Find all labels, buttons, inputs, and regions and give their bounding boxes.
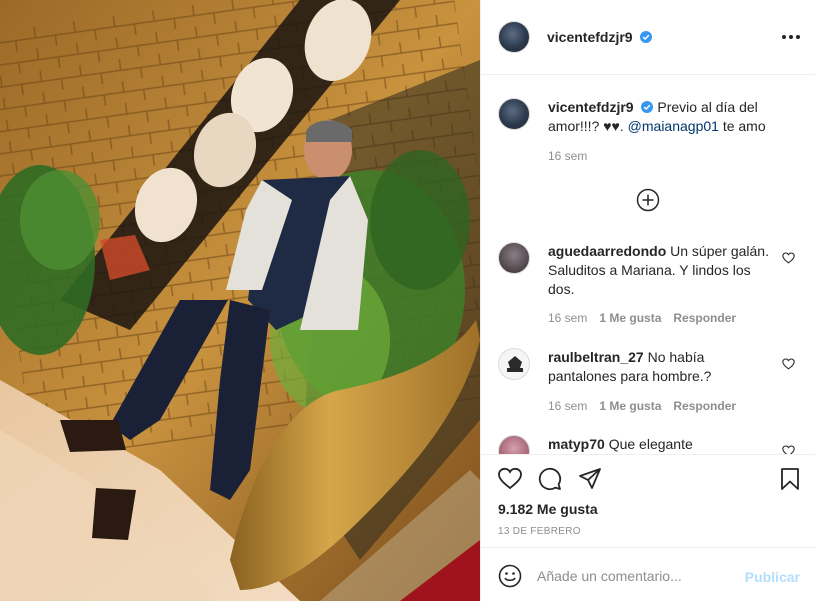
post-photo-image	[0, 0, 480, 601]
caption-body-end: te amo	[722, 118, 766, 134]
comments-list[interactable]: vicentefdzjr9 Previo al día del amor!!!?…	[481, 76, 815, 454]
plus-circle-icon[interactable]	[636, 188, 660, 212]
heart-icon[interactable]	[782, 445, 795, 454]
post-actions: 9.182 Me gusta 13 DE FEBRERO	[481, 454, 815, 547]
post-photo	[0, 0, 480, 601]
heart-icon[interactable]	[782, 252, 795, 264]
comment-body: Que elegante	[608, 436, 693, 452]
publish-button[interactable]: Publicar	[745, 569, 800, 585]
caption-time[interactable]: 16 sem	[548, 149, 587, 163]
comment-likes[interactable]: 1 Me gusta	[599, 311, 661, 325]
reply-button[interactable]: Responder	[673, 311, 736, 325]
share-icon[interactable]	[578, 467, 602, 491]
post-author-username[interactable]: vicentefdzjr9	[547, 29, 653, 45]
more-options-icon[interactable]	[782, 30, 800, 44]
comment-time[interactable]: 16 sem	[548, 399, 587, 413]
comment-input[interactable]	[537, 566, 737, 586]
heart-icon[interactable]	[498, 467, 522, 491]
post-author-name[interactable]: vicentefdzjr9	[547, 29, 633, 45]
avatar[interactable]	[498, 21, 530, 53]
comment-time[interactable]: 16 sem	[548, 311, 587, 325]
likes-count[interactable]: 9.182 Me gusta	[498, 501, 598, 517]
verified-badge-icon	[641, 101, 654, 113]
caption-meta: 16 sem	[548, 149, 587, 163]
post-date[interactable]: 13 DE FEBRERO	[498, 526, 581, 537]
comment-text: raulbeltran_27 No había pantalones para …	[548, 348, 773, 386]
add-comment-bar: Publicar	[481, 547, 815, 601]
post-side-panel: vicentefdzjr9 vicentefdzjr9 Previo al dí…	[480, 0, 815, 601]
comment-username[interactable]: aguedaarredondo	[548, 243, 666, 259]
comment-meta: 16 sem 1 Me gusta Responder	[548, 311, 736, 325]
comment-text: aguedaarredondo Un súper galán. Saludito…	[548, 242, 773, 299]
caption-text: vicentefdzjr9 Previo al día del amor!!!?…	[548, 98, 773, 136]
avatar[interactable]	[498, 348, 530, 380]
caption-mention-link[interactable]: @maianagp01	[628, 118, 719, 134]
comment-likes[interactable]: 1 Me gusta	[599, 399, 661, 413]
avatar[interactable]	[498, 98, 530, 130]
verified-badge-icon	[640, 31, 653, 43]
avatar[interactable]	[498, 435, 530, 454]
caption-username[interactable]: vicentefdzjr9	[548, 99, 634, 115]
heart-icon[interactable]	[782, 358, 795, 370]
bookmark-icon[interactable]	[778, 467, 802, 491]
comment-username[interactable]: matyp70	[548, 436, 605, 452]
reply-button[interactable]: Responder	[673, 399, 736, 413]
avatar-logo-image	[507, 356, 523, 372]
comment-icon[interactable]	[538, 467, 562, 491]
avatar[interactable]	[498, 242, 530, 274]
comment-username[interactable]: raulbeltran_27	[548, 349, 644, 365]
emoji-icon[interactable]	[498, 564, 522, 588]
post-header: vicentefdzjr9	[481, 0, 815, 75]
comment-meta: 16 sem 1 Me gusta Responder	[548, 399, 736, 413]
comment-text: matyp70 Que elegante	[548, 435, 773, 454]
